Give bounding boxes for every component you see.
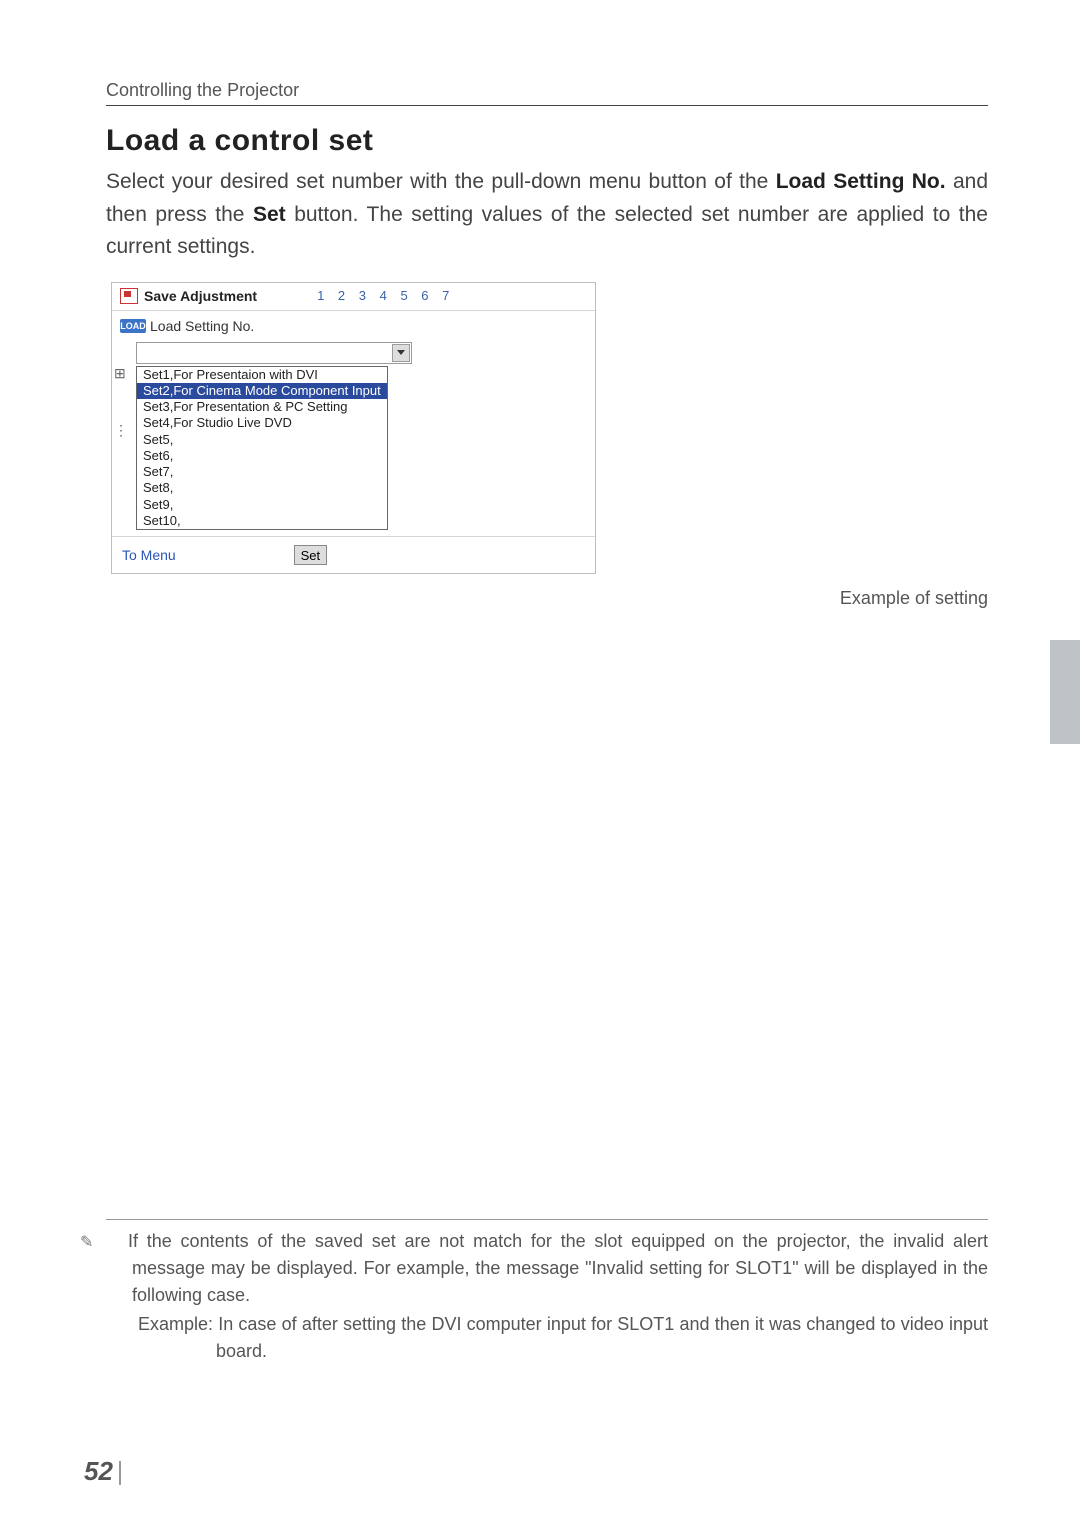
panel-caption: Example of setting	[111, 588, 988, 609]
footnote-line-1: ✎If the contents of the saved set are no…	[106, 1228, 988, 1309]
dropdown-option[interactable]: Set1,For Presentaion with DVI	[137, 367, 387, 383]
icon-marker: ⊞	[114, 365, 128, 382]
load-setting-row: LOAD Load Setting No.	[112, 311, 595, 340]
dropdown-option[interactable]: Set3,For Presentation & PC Setting	[137, 399, 387, 415]
footnote-example-label: Example:	[138, 1314, 218, 1334]
to-menu-link[interactable]: To Menu	[122, 547, 176, 563]
dropdown-option[interactable]: Set9,	[137, 497, 387, 513]
settings-panel-wrap: Save Adjustment 1 2 3 4 5 6 7 LOAD Load …	[111, 282, 988, 610]
save-adjustment-title: Save Adjustment	[144, 288, 257, 304]
settings-panel: Save Adjustment 1 2 3 4 5 6 7 LOAD Load …	[111, 282, 596, 575]
page-heading: Load a control set	[106, 124, 988, 158]
body-paragraph: Select your desired set number with the …	[106, 166, 988, 264]
footnote-line-2: Example: In case of after setting the DV…	[106, 1311, 988, 1365]
page-number-bar	[119, 1461, 121, 1485]
load-badge-icon: LOAD	[120, 319, 146, 333]
dropdown-option[interactable]: Set7,	[137, 464, 387, 480]
chevron-down-icon[interactable]	[392, 344, 410, 362]
page-number-value: 52	[84, 1456, 113, 1486]
page-number-links[interactable]: 1 2 3 4 5 6 7	[317, 288, 454, 303]
icon-marker: ⋮	[114, 422, 128, 439]
side-icons: ⊞ ⋮	[114, 365, 128, 439]
dropdown-area: ⊞ ⋮ Set1,For Presentaion with DVI Set2,F…	[112, 340, 595, 533]
body-bold-set: Set	[253, 203, 286, 226]
footnote: ✎If the contents of the saved set are no…	[106, 1228, 988, 1365]
load-setting-label: Load Setting No.	[150, 318, 254, 334]
save-adjustment-row: Save Adjustment 1 2 3 4 5 6 7	[112, 286, 595, 311]
body-text: Select your desired set number with the …	[106, 170, 776, 193]
dropdown-option[interactable]: Set2,For Cinema Mode Component Input	[137, 383, 387, 399]
set-button[interactable]: Set	[294, 545, 328, 565]
dropdown-option[interactable]: Set4,For Studio Live DVD	[137, 415, 387, 431]
dropdown-option[interactable]: Set5,	[137, 432, 387, 448]
dropdown-option[interactable]: Set6,	[137, 448, 387, 464]
page-number: 52	[84, 1456, 121, 1487]
footnote-divider	[106, 1219, 988, 1220]
body-bold-load-setting: Load Setting No.	[776, 170, 946, 193]
footnote-example-text: In case of after setting the DVI compute…	[216, 1314, 988, 1361]
panel-footer: To Menu Set	[112, 536, 595, 567]
load-setting-dropdown[interactable]	[136, 342, 412, 364]
dropdown-option[interactable]: Set10,	[137, 513, 387, 529]
dropdown-option[interactable]: Set8,	[137, 480, 387, 496]
side-tab	[1050, 640, 1080, 744]
dropdown-list: Set1,For Presentaion with DVI Set2,For C…	[136, 366, 388, 531]
pencil-icon: ✎	[106, 1231, 124, 1255]
divider	[106, 105, 988, 106]
footnote-text: If the contents of the saved set are not…	[128, 1231, 988, 1305]
save-icon	[120, 288, 138, 304]
section-header: Controlling the Projector	[106, 80, 988, 101]
